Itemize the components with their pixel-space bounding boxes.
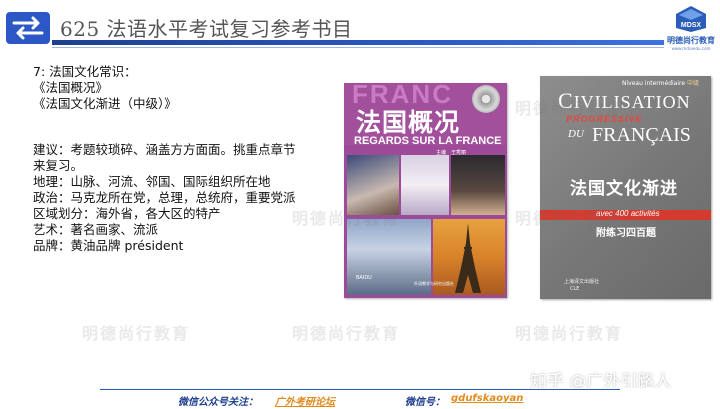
cover-level-cn: 中级 [686, 80, 699, 87]
book-title-1: 《法国概况》 [33, 80, 109, 95]
photo-woman [401, 155, 449, 215]
cover-publisher: BAIDU [356, 275, 372, 281]
cover-title: 法国概况 [356, 108, 461, 137]
politics-line: 政治：马克龙所在党，总理，总统府，重要党派 [33, 190, 296, 205]
cover-title-cn: 法国文化渐进 [570, 179, 678, 199]
geography-line: 地理：山脉、河流、邻国、国际组织所在地 [33, 174, 271, 189]
cover-subtitle: REGARDS SUR LA FRANCE [354, 135, 502, 147]
slide: 625 法语水平考试复习参考书目 MDSX 明德尚行教育 www.mdsxedu… [0, 0, 720, 409]
advice-line-2: 来复习。 [33, 158, 84, 173]
footer-divider [100, 389, 620, 390]
cover-level: Niveau intermédiaire 中级 [622, 78, 699, 87]
brand-line: 品牌：黄油品牌 président [33, 238, 184, 253]
advice-line-1: 建议：考题较琐碎、涵盖方方面面。挑重点章节 [33, 142, 296, 157]
cd-disc-icon [472, 85, 500, 113]
logo-name: 明德尚行教育 [667, 36, 715, 45]
footer-id-label: 微信号： [405, 397, 445, 408]
section-heading: 7: 法国文化常识： [33, 64, 137, 79]
watermark: 明德尚行教育 [515, 324, 624, 343]
regions-line: 区域划分：海外省，各大区的特产 [33, 206, 221, 221]
book-cover-regards-sur-la-france: FRANC 法国概况 REGARDS SUR LA FRANCE 主编 王秀丽 … [344, 83, 507, 298]
art-line: 艺术：著名画家、流派 [33, 222, 159, 237]
eiffel-tower-icon [455, 223, 481, 293]
footer-wechat-link[interactable]: 广外考研论坛 [275, 393, 335, 408]
watermark: 明德尚行教育 [292, 324, 401, 343]
mdsx-logo-icon: MDSX [676, 6, 706, 32]
watermark: 明德尚行教育 [515, 99, 624, 118]
cover-publisher-logo: CLE [570, 286, 580, 292]
cover-du: DU [568, 128, 584, 140]
footer [0, 388, 720, 409]
footer-id-link[interactable]: gdufskaoyan [451, 393, 523, 404]
page-title: 625 法语水平考试复习参考书目 [60, 17, 353, 41]
cover-francais: FRANÇAIS [592, 124, 691, 146]
photo-people [451, 155, 505, 215]
watermark: 明德尚行教育 [82, 324, 191, 343]
header-divider-thin [52, 47, 664, 48]
book-title-2: 《法国文化渐进（中级）》 [33, 96, 177, 111]
watermark: 明德尚行教育 [515, 209, 624, 228]
header-divider [52, 40, 664, 45]
swap-arrows-icon [6, 12, 50, 44]
cover-publisher-name: 外语教学与研究出版社 [414, 281, 454, 286]
cover-publisher: 上海译文出版社 [564, 279, 600, 285]
logo-url: www.mdsxedu.com [671, 46, 711, 51]
content-text: 7: 法国文化常识： 《法国概况》 《法国文化渐进（中级）》 建议：考题较琐碎、… [33, 64, 333, 254]
cover-level-fr: Niveau intermédiaire [622, 80, 686, 87]
footer-wechat-label: 微信公众号关注： [178, 397, 258, 408]
watermark: 明德尚行教育 [292, 209, 401, 228]
logo-mark-text: MDSX [681, 22, 702, 29]
brand-logo: MDSX 明德尚行教育 www.mdsxedu.com [664, 2, 718, 56]
